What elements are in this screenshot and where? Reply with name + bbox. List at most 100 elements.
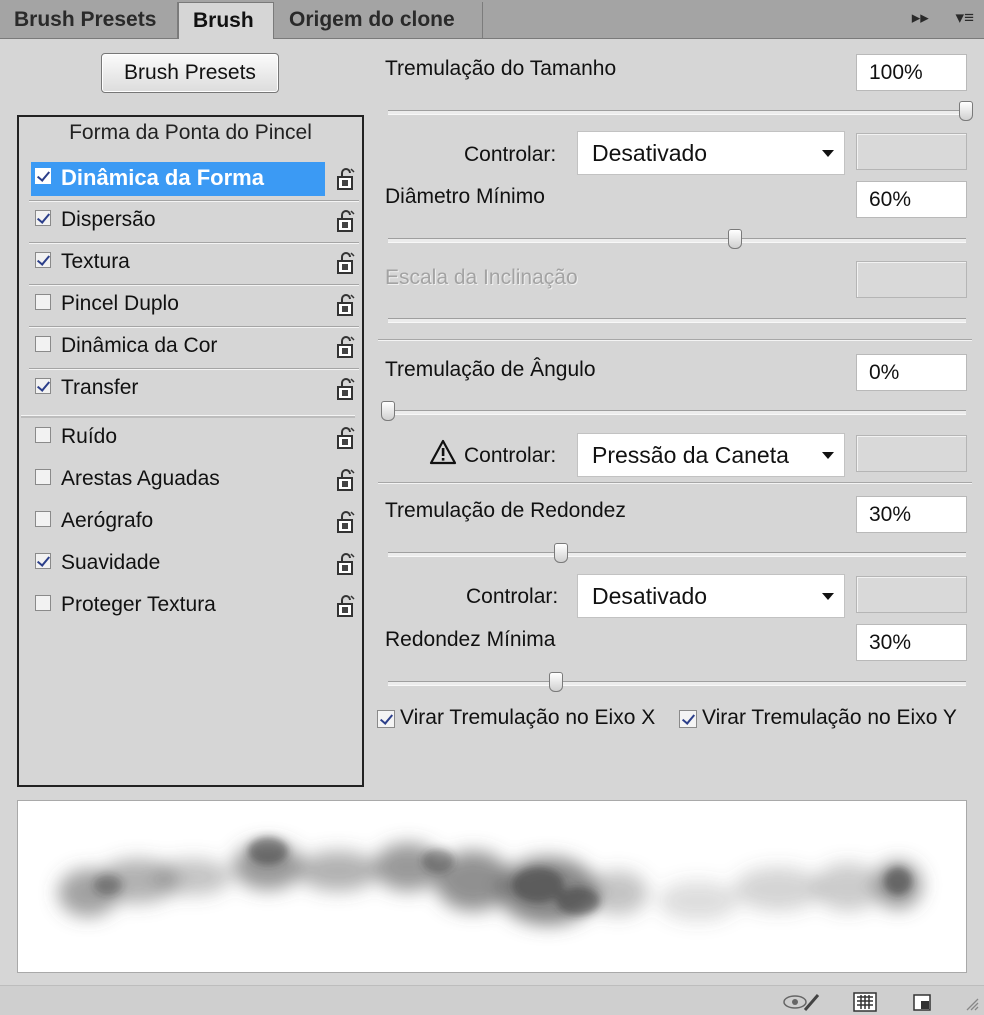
section-divider <box>378 339 972 341</box>
lock-icon[interactable] <box>336 207 356 232</box>
angle-jitter-input[interactable]: 0% <box>856 354 967 391</box>
list-divider <box>29 368 359 370</box>
min-roundness-slider-thumb[interactable] <box>549 672 563 692</box>
angle-jitter-slider-thumb[interactable] <box>381 401 395 421</box>
checkbox[interactable] <box>35 210 51 226</box>
create-new-brush-icon[interactable] <box>912 992 934 1012</box>
list-item[interactable]: Proteger Textura <box>31 585 359 625</box>
list-item[interactable]: Transfer <box>31 368 359 408</box>
checkbox[interactable] <box>377 710 395 728</box>
checkbox[interactable] <box>35 168 51 184</box>
brush-stroke-image <box>58 837 922 925</box>
tab-brush-presets[interactable]: Brush Presets <box>0 2 178 38</box>
control-option-field <box>856 435 967 472</box>
brush-tip-shape-header[interactable]: Forma da Ponta do Pincel <box>19 121 362 145</box>
list-item-label: Aerógrafo <box>61 509 154 532</box>
list-item[interactable]: Dinâmica da Forma <box>31 158 359 198</box>
panel-menu-icon[interactable]: ▾≡ <box>956 8 974 27</box>
checkbox[interactable] <box>35 511 51 527</box>
checkbox[interactable] <box>35 378 51 394</box>
lock-icon[interactable] <box>336 508 356 533</box>
min-diameter-slider-thumb[interactable] <box>728 229 742 249</box>
lock-icon[interactable] <box>336 249 356 274</box>
control-label: Controlar: <box>464 143 557 166</box>
lock-icon[interactable] <box>336 333 356 358</box>
list-divider <box>29 284 359 286</box>
checkbox[interactable] <box>35 553 51 569</box>
lock-icon[interactable] <box>336 165 356 190</box>
list-item[interactable]: Dispersão <box>31 200 359 240</box>
list-item-label: Arestas Aguadas <box>61 467 220 490</box>
min-roundness-input[interactable]: 30% <box>856 624 967 661</box>
list-item-label: Transfer <box>61 376 139 399</box>
warning-icon <box>429 439 457 465</box>
control-dropdown[interactable]: Pressão da Caneta <box>577 433 845 477</box>
angle-jitter-label: Tremulação de Ângulo <box>385 358 596 381</box>
control-dropdown-value: Desativado <box>592 140 708 166</box>
min-roundness-slider[interactable] <box>388 672 966 692</box>
control-dropdown[interactable]: Desativado <box>577 574 845 618</box>
list-item[interactable]: Dinâmica da Cor <box>31 326 359 366</box>
list-divider <box>29 200 359 202</box>
lock-icon[interactable] <box>336 550 356 575</box>
roundness-jitter-input[interactable]: 30% <box>856 496 967 533</box>
list-item[interactable]: Arestas Aguadas <box>31 459 359 499</box>
lock-icon[interactable] <box>336 375 356 400</box>
checkbox[interactable] <box>35 469 51 485</box>
tilt-scale-label: Escala da Inclinação <box>385 266 578 289</box>
lock-icon[interactable] <box>336 466 356 491</box>
list-item[interactable]: Textura <box>31 242 359 282</box>
panel-bottom-bar <box>0 985 984 1015</box>
angle-jitter-slider[interactable] <box>381 401 966 421</box>
list-item[interactable]: Ruído <box>21 415 359 457</box>
control-label: Controlar: <box>464 444 557 467</box>
checkbox[interactable] <box>35 427 51 443</box>
lock-icon[interactable] <box>336 291 356 316</box>
min-diameter-slider[interactable] <box>388 229 966 249</box>
section-divider <box>378 482 972 484</box>
list-item[interactable]: Aerógrafo <box>31 501 359 541</box>
checkbox[interactable] <box>35 595 51 611</box>
brush-grid-icon[interactable] <box>853 992 877 1012</box>
brush-options-list: Forma da Ponta do Pincel Dinâmica da For… <box>17 115 364 787</box>
control-dropdown-value: Pressão da Caneta <box>592 442 789 468</box>
list-item-label: Dinâmica da Forma <box>61 165 264 190</box>
roundness-jitter-slider[interactable] <box>388 543 966 563</box>
tilt-scale-input <box>856 261 967 298</box>
control-dropdown-value: Desativado <box>592 583 708 609</box>
brush-stroke-preview <box>17 800 967 973</box>
list-item-label: Proteger Textura <box>61 593 216 616</box>
flip-y-jitter-label: Virar Tremulação no Eixo Y <box>702 706 957 729</box>
min-diameter-input[interactable]: 60% <box>856 181 967 218</box>
toggle-live-tip-icon[interactable] <box>781 992 821 1012</box>
checkbox[interactable] <box>35 252 51 268</box>
tab-origem-do-clone[interactable]: Origem do clone <box>275 2 483 38</box>
lock-icon[interactable] <box>336 592 356 617</box>
resize-grip-icon[interactable] <box>965 994 979 1014</box>
min-roundness-label: Redondez Mínima <box>385 628 556 651</box>
control-dropdown[interactable]: Desativado <box>577 131 845 175</box>
brush-presets-button[interactable]: Brush Presets <box>101 53 279 93</box>
tab-brush[interactable]: Brush <box>178 2 274 39</box>
list-item-label: Dispersão <box>61 208 156 231</box>
size-jitter-input[interactable]: 100% <box>856 54 967 91</box>
tilt-scale-slider <box>388 318 966 323</box>
collapse-arrows-icon[interactable]: ▸▸ <box>912 8 929 27</box>
size-jitter-slider[interactable] <box>388 101 973 121</box>
panel-tab-bar: Brush Presets Brush Origem do clone ▸▸ ▾… <box>0 0 984 39</box>
lock-icon[interactable] <box>336 424 356 449</box>
list-item-label: Pincel Duplo <box>61 292 179 315</box>
roundness-jitter-label: Tremulação de Redondez <box>385 499 626 522</box>
size-jitter-slider-thumb[interactable] <box>959 101 973 121</box>
control-option-field <box>856 576 967 613</box>
checkbox[interactable] <box>679 710 697 728</box>
list-item[interactable]: Pincel Duplo <box>31 284 359 324</box>
chevron-down-icon <box>822 452 834 459</box>
list-item[interactable]: Suavidade <box>31 543 359 583</box>
list-item-label: Dinâmica da Cor <box>61 334 218 357</box>
checkbox[interactable] <box>35 294 51 310</box>
flip-x-jitter-label: Virar Tremulação no Eixo X <box>400 706 656 729</box>
roundness-jitter-slider-thumb[interactable] <box>554 543 568 563</box>
checkbox[interactable] <box>35 336 51 352</box>
list-item-label: Ruído <box>61 425 118 448</box>
